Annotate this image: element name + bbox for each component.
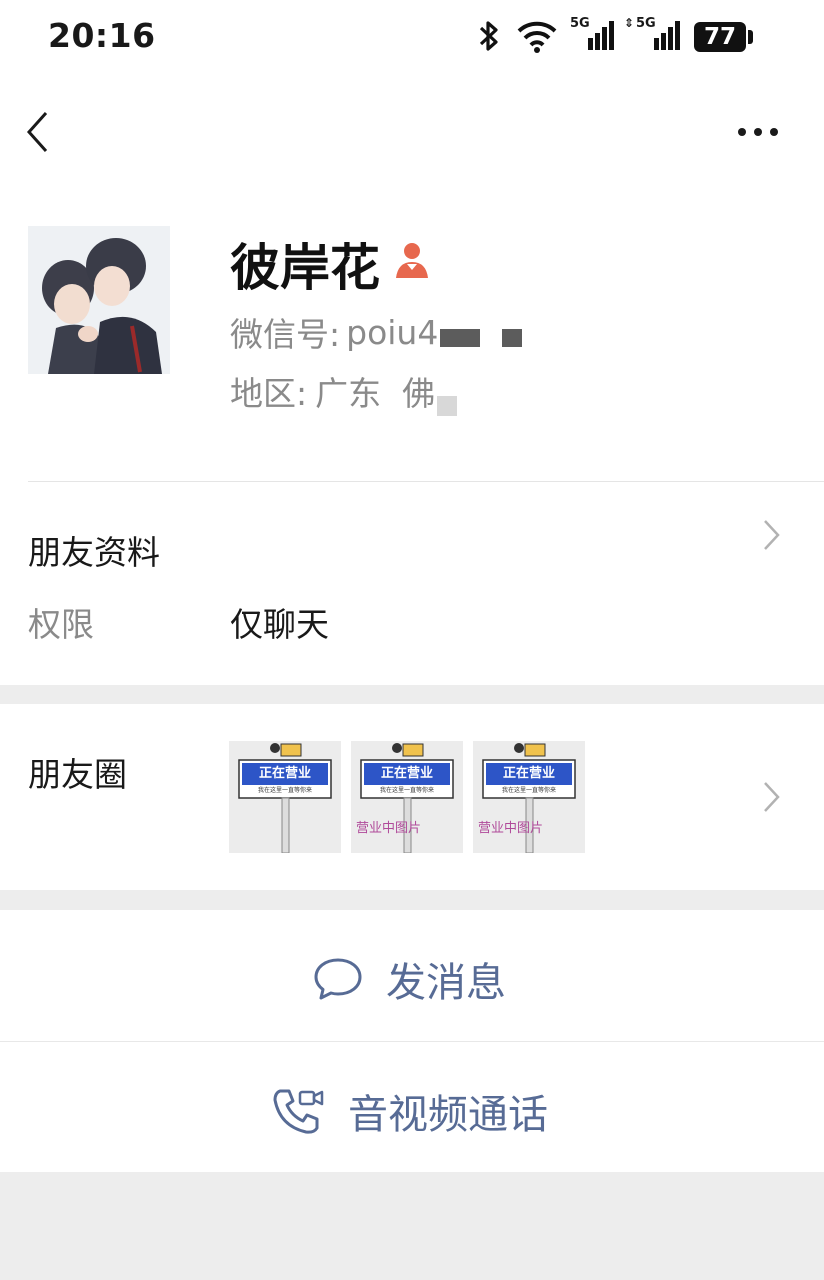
status-time: 20:16	[48, 16, 156, 55]
sign-text: 正在营业	[380, 766, 433, 781]
region-label: 地区:	[230, 374, 308, 413]
bluetooth-icon	[479, 21, 498, 51]
sign-text: 正在营业	[502, 766, 555, 781]
send-message-button[interactable]: 发消息	[312, 950, 506, 1008]
video-call-button[interactable]: 音视频通话	[272, 1082, 548, 1140]
chat-bubble-icon	[314, 958, 362, 1000]
region: 地区: 广东 佛	[230, 366, 458, 416]
sign-subtext: 我在这里一直等你来	[379, 787, 434, 794]
sign-subtext: 我在这里一直等你来	[257, 787, 312, 794]
battery-cap	[748, 30, 753, 44]
data-arrows-icon: ⇕	[624, 16, 635, 30]
chevron-right-icon[interactable]	[762, 780, 782, 814]
redaction-block	[502, 329, 523, 347]
more-options-icon[interactable]	[736, 118, 780, 146]
permission-label: 权限	[28, 605, 94, 644]
open-sign-illustration	[473, 741, 585, 853]
cellular-signal-2-icon: ⇕ 5G	[624, 16, 682, 56]
nav-bar	[0, 80, 824, 200]
nickname: 彼岸花	[230, 239, 380, 297]
thumbnail-caption: 营业中图片	[478, 821, 544, 836]
open-sign-illustration	[351, 741, 463, 853]
sign-text: 正在营业	[258, 766, 311, 781]
open-sign-illustration	[229, 741, 341, 853]
video-call-label: 音视频通话	[348, 1092, 548, 1138]
network-type-label: 5G	[570, 16, 590, 31]
wechat-id: 微信号: poiu4	[230, 308, 523, 356]
female-gender-icon	[396, 243, 428, 278]
friend-info-title[interactable]: 朋友资料	[28, 526, 160, 574]
avatar[interactable]	[28, 226, 170, 374]
redaction-block	[440, 329, 481, 347]
sign-subtext: 我在这里一直等你来	[501, 787, 556, 794]
moments-title: 朋友圈	[28, 755, 127, 794]
divider	[28, 481, 824, 482]
chevron-right-icon[interactable]	[762, 518, 782, 552]
wifi-icon	[517, 21, 557, 53]
region-value: 广东 佛	[315, 374, 436, 413]
cellular-signal-1-icon: 5G	[570, 16, 616, 56]
wechat-id-value: poiu4	[346, 312, 439, 352]
back-chevron-icon[interactable]	[24, 110, 52, 154]
divider	[0, 1041, 824, 1042]
permission-value: 仅聊天	[230, 605, 329, 644]
network-type-label: 5G	[636, 16, 656, 31]
moments-thumbnail[interactable]: 正在营业 我在这里一直等你来 营业中图片	[351, 741, 463, 853]
moments-thumbnail[interactable]: 正在营业 我在这里一直等你来 营业中图片	[473, 741, 585, 853]
send-message-label: 发消息	[386, 960, 506, 1006]
phone-video-icon	[273, 1089, 324, 1134]
moments-thumbnail[interactable]: 正在营业 我在这里一直等你来	[229, 741, 341, 853]
wechat-id-label: 微信号:	[230, 315, 341, 354]
battery-indicator: 77	[694, 22, 746, 52]
thumbnail-caption: 营业中图片	[356, 821, 422, 836]
redaction-block	[437, 396, 458, 416]
